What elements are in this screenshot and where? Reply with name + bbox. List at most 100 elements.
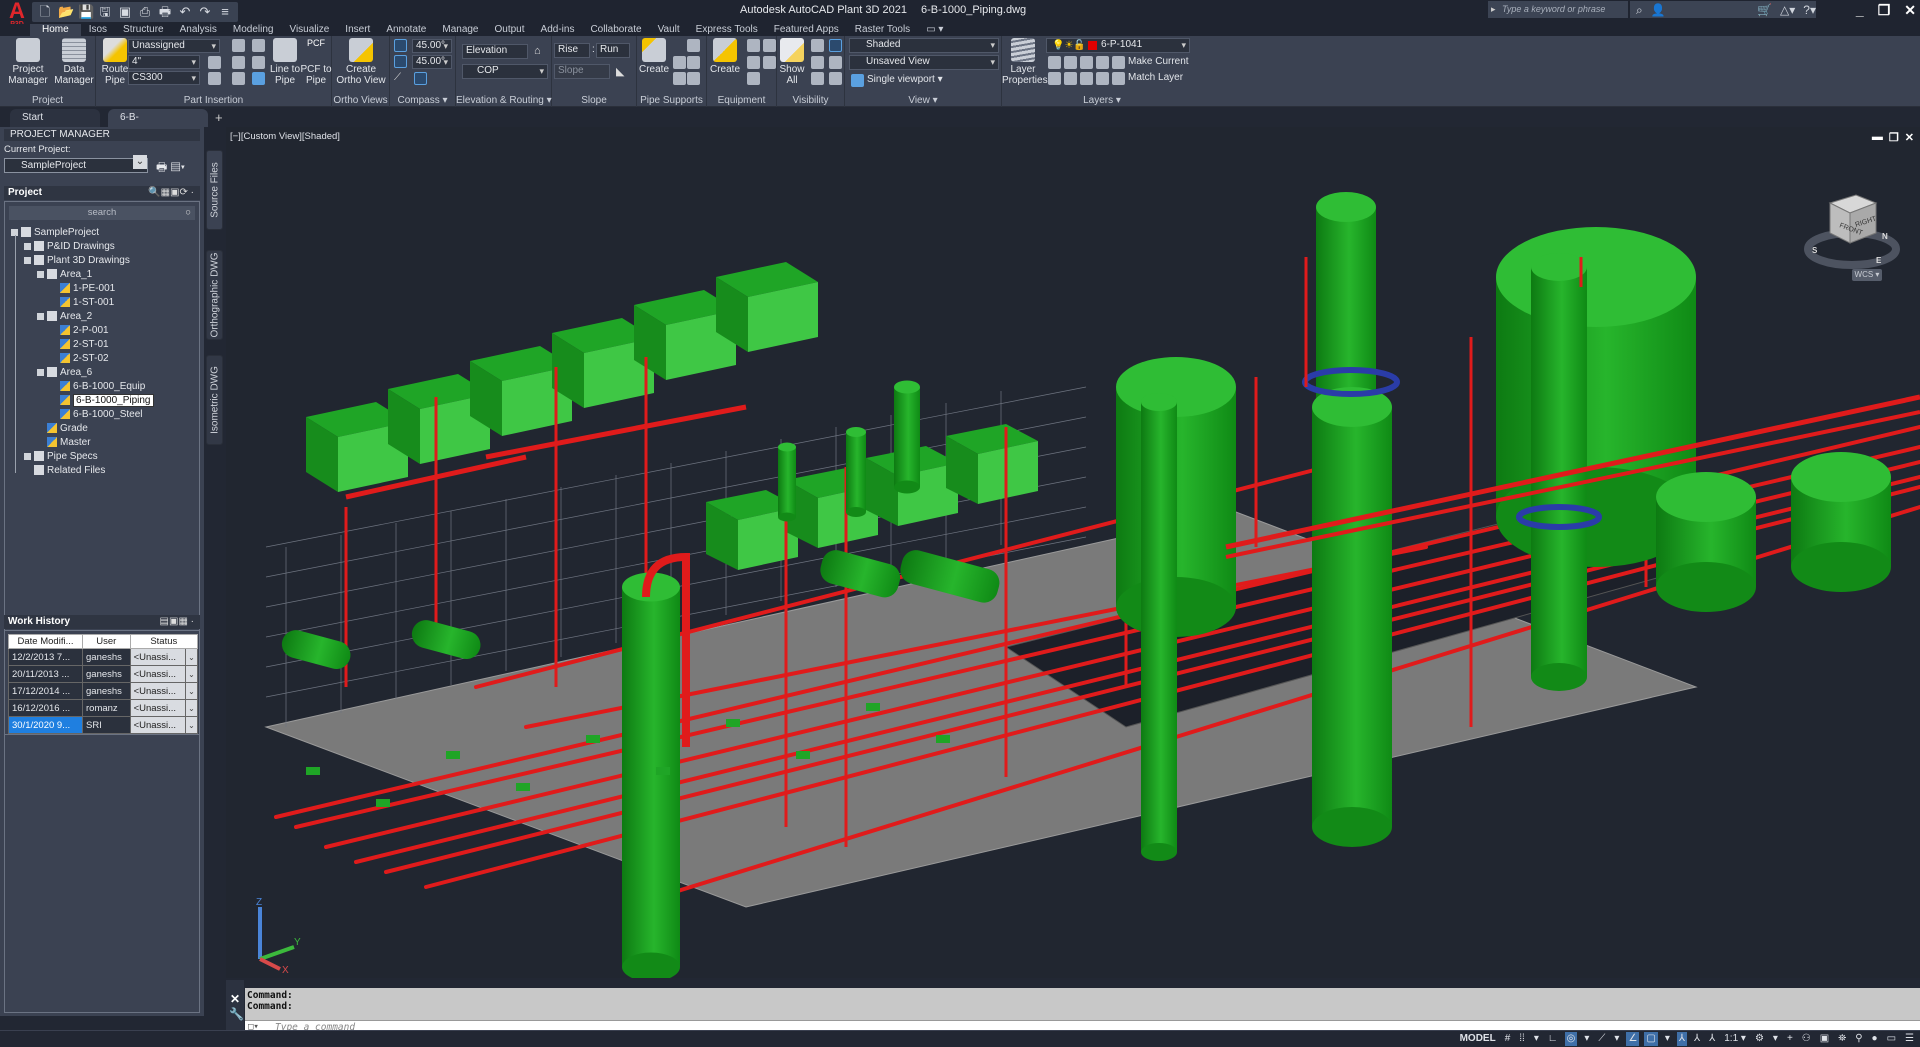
isolate-icon[interactable] (811, 39, 824, 52)
support-tool-icon[interactable] (673, 72, 686, 85)
slope-tool-icon[interactable]: ◣ (616, 65, 629, 78)
work-history-icons[interactable]: ▤▣▦ · (160, 615, 194, 629)
status-cell[interactable]: <Unassi... (129, 699, 187, 717)
save-as-icon[interactable]: 🖫 (98, 5, 112, 19)
route-pipe-button[interactable]: Route Pipe (98, 38, 132, 86)
tick-icon[interactable]: ⟋ (394, 72, 407, 85)
tree-node[interactable]: 2-ST-02 (50, 353, 109, 366)
panel-label[interactable]: Compass ▾ (390, 95, 455, 106)
tag-icon[interactable] (232, 39, 245, 52)
layer-tool-icon[interactable] (1064, 56, 1077, 69)
tree-node[interactable]: Area_6 (37, 367, 92, 380)
tab-visualize[interactable]: Visualize (281, 24, 337, 36)
customize-wrench-icon[interactable]: 🔧 (229, 1007, 244, 1021)
isolate-objects-icon[interactable]: ⛯ (1836, 1032, 1848, 1046)
viewport-restore-icon[interactable]: ❐ (1889, 131, 1899, 144)
close-button[interactable]: ✕ (1904, 2, 1916, 18)
status-dropdown-icon[interactable]: ⌄ (185, 716, 198, 734)
work-history-row[interactable]: 20/11/2013 ... ganeshs <Unassi... ⌄ (8, 665, 198, 683)
cart-icon[interactable]: 🛒 (1757, 3, 1772, 17)
plot-preview-icon[interactable]: ▣ (118, 5, 132, 19)
equipment-tool-icon[interactable] (747, 39, 760, 52)
support-lock-icon[interactable] (687, 72, 700, 85)
tab-manage[interactable]: Manage (434, 24, 486, 36)
open-icon[interactable]: 📂 (58, 5, 74, 19)
tree-node[interactable]: Area_2 (37, 311, 92, 324)
visibility-tool-icon[interactable] (829, 72, 842, 85)
snap-icon[interactable]: ⁞⁞ (1517, 1032, 1527, 1046)
tree-node[interactable]: Master (37, 437, 91, 450)
auto-scale-icon[interactable]: ⅄ (1692, 1032, 1702, 1046)
polar-tracking-icon[interactable]: ◎ (1564, 1032, 1578, 1046)
file-tab-start[interactable]: Start (10, 109, 100, 127)
ortho-icon[interactable]: ∟ (1546, 1032, 1560, 1046)
work-history-row[interactable]: 30/1/2020 9... SRI <Unassi... ⌄ (8, 716, 198, 734)
panel-label[interactable]: Elevation & Routing ▾ (456, 95, 552, 106)
help-search-input[interactable]: Type a keyword or phrase (1488, 1, 1628, 18)
side-tab-orthographic-dwg[interactable]: Orthographic DWG (206, 250, 223, 340)
tree-node[interactable]: Pipe Specs (24, 451, 98, 464)
expand-toggle-icon[interactable] (37, 368, 44, 376)
tree-node[interactable]: 6-B-1000_Steel (50, 409, 143, 422)
stretch-icon[interactable] (232, 56, 245, 69)
slope-input[interactable]: Slope (554, 64, 610, 79)
customize-qat-icon[interactable]: ≡ (218, 5, 232, 19)
graphics-performance-icon[interactable]: ⚲ (1853, 1032, 1864, 1046)
tree-node[interactable]: 1-ST-001 (50, 297, 114, 310)
object-snap-tracking-icon[interactable]: ∠ (1626, 1032, 1640, 1046)
object-snap-icon[interactable]: ▢ (1644, 1032, 1658, 1046)
tab-express-tools[interactable]: Express Tools (688, 24, 766, 36)
visibility-tool-icon[interactable] (811, 56, 824, 69)
compass-angle-2[interactable]: 45.00° (412, 55, 452, 69)
annotation-scale-selector[interactable]: 1:1 ▾ (1722, 1032, 1748, 1046)
spec-selector[interactable]: Unassigned (128, 39, 220, 53)
side-tab-isometric-dwg[interactable]: Isometric DWG (206, 355, 223, 445)
support-tool-icon[interactable] (687, 39, 700, 52)
tree-node[interactable]: 1-PE-001 (50, 283, 115, 296)
current-project-selector[interactable]: SampleProject (4, 155, 148, 173)
show-all-button[interactable]: Show All (777, 38, 807, 86)
tab-collaborate[interactable]: Collaborate (582, 24, 649, 36)
column-status[interactable]: Status (129, 634, 199, 649)
restore-button[interactable]: ❐ (1878, 2, 1891, 18)
new-tab-button[interactable]: + (210, 109, 230, 127)
elevation-input[interactable]: Elevation (462, 44, 528, 59)
clean-screen-icon[interactable]: ▭ (1885, 1032, 1898, 1046)
substitute-icon[interactable] (252, 56, 265, 69)
tab-featured-apps[interactable]: Featured Apps (766, 24, 847, 36)
connect-icon[interactable] (252, 72, 265, 85)
create-pipe-support-button[interactable]: Create (637, 38, 671, 75)
tab-home[interactable]: Home (30, 24, 81, 36)
project-manager-button[interactable]: Project Manager (6, 38, 50, 86)
tab-analysis[interactable]: Analysis (172, 24, 225, 36)
grid-icon[interactable]: # (1503, 1032, 1513, 1046)
isodraft-icon[interactable]: ⟋ (1596, 1032, 1607, 1046)
status-cell[interactable]: <Unassi... (129, 648, 187, 666)
size-selector[interactable]: 4" (128, 55, 200, 69)
tree-node[interactable]: 2-ST-01 (50, 339, 109, 352)
status-cell[interactable]: <Unassi... (129, 716, 187, 734)
support-tool-icon[interactable] (673, 56, 686, 69)
expand-toggle-icon[interactable] (37, 270, 44, 278)
line-to-pipe-button[interactable]: Line to Pipe (268, 38, 302, 86)
equipment-tool-icon[interactable] (747, 72, 760, 85)
publish-icon[interactable]: ⎙ (138, 5, 152, 19)
tab-structure[interactable]: Structure (115, 24, 172, 36)
compass-settings-icon[interactable] (414, 72, 427, 85)
rise-input[interactable]: Rise (554, 43, 590, 58)
tab-add-ins[interactable]: Add-ins (533, 24, 583, 36)
run-input[interactable]: Run (596, 43, 630, 58)
visibility-tool-icon[interactable] (829, 56, 842, 69)
named-view-selector[interactable]: Unsaved View (849, 55, 999, 70)
snap-compass-icon[interactable] (394, 55, 407, 68)
tree-node[interactable]: Related Files (24, 465, 105, 478)
save-icon[interactable]: 💾 (78, 5, 94, 19)
equipment-tool-icon[interactable] (747, 56, 760, 69)
viewport-controls-label[interactable]: [−][Custom View][Shaded] (230, 131, 340, 142)
ribbon-minimize-toggle[interactable]: ▭ ▾ (918, 24, 951, 36)
layer-tool-icon[interactable] (1080, 72, 1093, 85)
viewport-configuration-button[interactable]: Single viewport ▾ (867, 74, 943, 85)
panel-label[interactable]: View ▾ (845, 95, 1001, 106)
cutback-icon[interactable] (208, 56, 221, 69)
cop-selector[interactable]: COP (462, 64, 548, 79)
